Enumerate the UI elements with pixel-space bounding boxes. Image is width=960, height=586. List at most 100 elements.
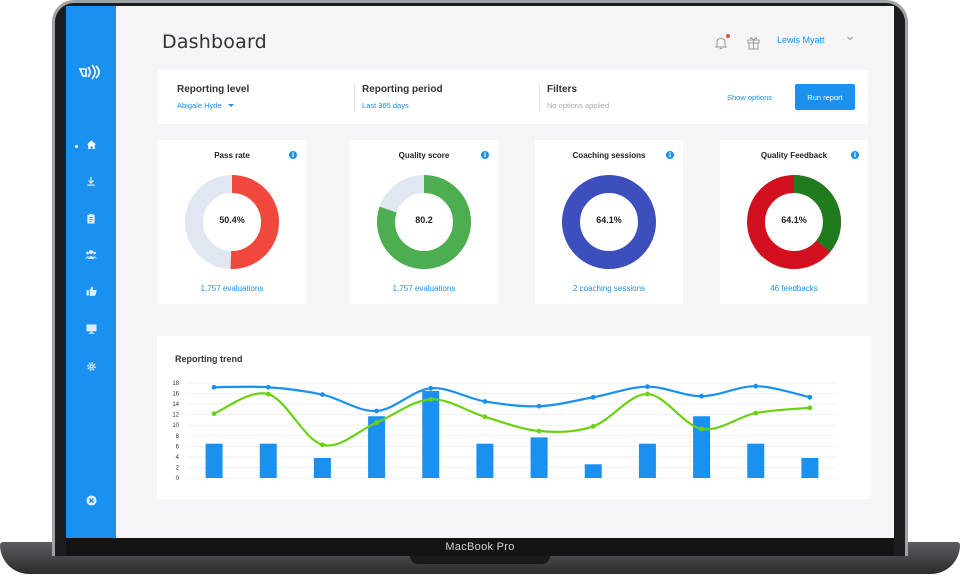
series-point[interactable] xyxy=(645,384,650,390)
series-point[interactable] xyxy=(807,394,813,400)
y-tick-label: 8 xyxy=(176,434,180,440)
bar[interactable] xyxy=(638,443,656,478)
series-point[interactable] xyxy=(374,408,379,414)
series-point[interactable] xyxy=(753,383,759,389)
brand-logo-icon xyxy=(78,64,100,80)
series-point[interactable] xyxy=(590,394,596,400)
show-options-link[interactable]: Show options xyxy=(727,93,772,102)
y-tick-label: 18 xyxy=(172,381,179,387)
bar[interactable] xyxy=(584,464,602,478)
run-report-button[interactable]: Run report xyxy=(795,84,855,110)
bar[interactable] xyxy=(530,437,548,478)
y-tick-label: 14 xyxy=(172,402,179,408)
kpi-footer-link[interactable]: 1,757 evaluations xyxy=(158,284,306,293)
kpi-footer-link[interactable]: 46 feedbacks xyxy=(720,284,868,293)
kpi-value: 80.2 xyxy=(415,215,433,225)
info-icon[interactable]: i xyxy=(481,151,489,159)
home-icon[interactable] xyxy=(81,134,101,154)
active-indicator xyxy=(75,145,78,148)
series-point[interactable] xyxy=(320,442,325,448)
kpi-value: 50.4% xyxy=(219,215,245,225)
series-point[interactable] xyxy=(482,399,488,404)
series-point[interactable] xyxy=(699,426,704,432)
series-point[interactable] xyxy=(211,411,217,417)
bar[interactable] xyxy=(422,390,440,478)
series-line-2 xyxy=(213,392,811,447)
y-tick-label: 6 xyxy=(176,444,180,450)
series-point[interactable] xyxy=(265,391,271,397)
bar[interactable] xyxy=(693,416,711,478)
kpi-title: Quality score xyxy=(398,151,450,160)
series-point[interactable] xyxy=(536,403,542,409)
series-point[interactable] xyxy=(590,423,596,429)
kpi-card-quality-feedback: Quality Feedback i 64.1% 46 feedbacks xyxy=(720,140,868,304)
series-line-1 xyxy=(214,385,811,413)
reporting-period-filter[interactable]: Reporting period Last 365 days xyxy=(362,84,443,110)
bar[interactable] xyxy=(205,443,223,478)
reporting-level-select[interactable]: Abigale Hyde xyxy=(177,101,249,110)
laptop-notch xyxy=(410,556,550,564)
kpi-title: Quality Feedback xyxy=(760,151,828,160)
y-tick-label: 0 xyxy=(176,476,180,482)
y-tick-label: 12 xyxy=(172,413,179,419)
reporting-period-value[interactable]: Last 365 days xyxy=(362,101,443,110)
series-point[interactable] xyxy=(645,391,650,397)
team-icon[interactable] xyxy=(81,244,101,264)
y-tick-label: 2 xyxy=(176,465,180,471)
kpi-value: 64.1% xyxy=(596,215,622,225)
brand-strip: MacBook Pro xyxy=(66,538,894,556)
filters-label: Filters xyxy=(547,84,578,95)
info-icon[interactable]: i xyxy=(289,151,297,159)
filters-filter[interactable]: Filters No options applied xyxy=(547,84,609,110)
series-point[interactable] xyxy=(211,384,217,390)
brand-label: MacBook Pro xyxy=(445,541,515,553)
series-point[interactable] xyxy=(699,393,704,399)
download-icon[interactable] xyxy=(81,171,101,191)
filter-bar: Reporting level Abigale Hyde Reporting p… xyxy=(158,70,868,124)
monitor-icon[interactable] xyxy=(81,319,101,339)
reporting-level-label: Reporting level xyxy=(177,84,250,95)
series-point[interactable] xyxy=(807,405,813,411)
sidebar xyxy=(66,6,116,538)
app-screen: Dashboard Lewis Myatt Reporting level Ab… xyxy=(66,6,894,538)
gear-icon[interactable] xyxy=(81,356,101,376)
reporting-level-value: Abigale Hyde xyxy=(177,101,222,110)
series-point[interactable] xyxy=(265,384,271,390)
info-icon[interactable]: i xyxy=(666,151,674,159)
chevron-down-icon[interactable] xyxy=(845,33,855,43)
reporting-trend-card: Reporting trend 18 16 14 12 10 8 6 4 2 0 xyxy=(157,336,871,499)
bar[interactable] xyxy=(259,443,277,478)
series-point[interactable] xyxy=(482,414,488,420)
bar[interactable] xyxy=(313,457,331,478)
kpi-card-pass-rate: Pass rate i 50.4% 1,757 evaluations xyxy=(158,140,306,304)
kpi-footer-link[interactable]: 2 coaching sessions xyxy=(535,284,683,293)
y-tick-label: 16 xyxy=(172,392,179,398)
info-icon[interactable]: i xyxy=(851,151,859,159)
series-point[interactable] xyxy=(320,392,325,398)
filter-divider xyxy=(354,84,355,112)
y-tick-label: 4 xyxy=(176,455,180,461)
reporting-level-filter[interactable]: Reporting level Abigale Hyde xyxy=(177,84,249,110)
kpi-title: Coaching sessions xyxy=(572,151,646,160)
gift-icon[interactable] xyxy=(746,35,761,50)
kpi-card-quality-score: Quality score i 80.2 1,757 evaluations xyxy=(350,140,498,304)
clipboard-icon[interactable] xyxy=(81,208,101,228)
kpi-value: 64.1% xyxy=(781,215,807,225)
notification-bell-icon[interactable] xyxy=(714,36,728,50)
thumbs-up-icon[interactable] xyxy=(81,281,101,301)
bar[interactable] xyxy=(747,443,765,478)
close-circle-icon[interactable] xyxy=(81,490,101,510)
bar[interactable] xyxy=(801,457,819,478)
series-point[interactable] xyxy=(374,420,379,425)
series-point[interactable] xyxy=(428,396,434,402)
kpi-card-coaching-sessions: Coaching sessions i 64.1% 2 coaching ses… xyxy=(535,140,683,304)
bar[interactable] xyxy=(476,443,494,478)
series-point[interactable] xyxy=(536,428,542,434)
reporting-period-label: Reporting period xyxy=(362,84,443,95)
kpi-footer-link[interactable]: 1,757 evaluations xyxy=(350,284,498,293)
series-point[interactable] xyxy=(753,410,759,416)
user-menu-name[interactable]: Lewis Myatt xyxy=(777,35,825,45)
kpi-title: Pass rate xyxy=(214,151,250,160)
filters-value: No options applied xyxy=(547,101,610,110)
series-point[interactable] xyxy=(428,385,434,391)
